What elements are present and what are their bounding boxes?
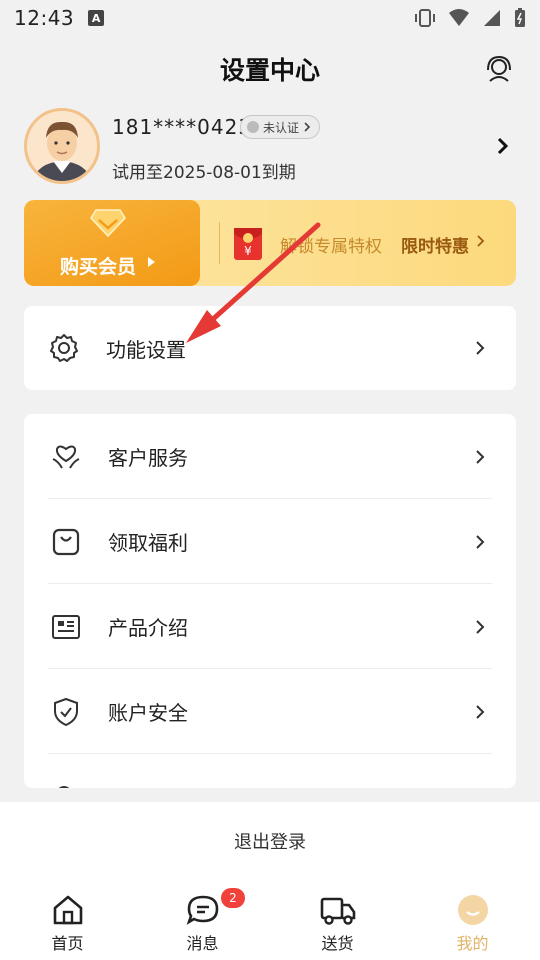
menu-card: 客户服务 领取福利 产品介绍 账户安全 (24, 414, 516, 788)
signal-icon (484, 10, 500, 26)
function-settings-card: 功能设置 (24, 306, 516, 390)
document-icon (52, 614, 80, 639)
truck-icon (320, 897, 355, 925)
menu-item-label: 账户安全 (108, 701, 188, 725)
avatar-illustration (27, 111, 97, 181)
unread-badge: 2 (221, 888, 245, 908)
gear-icon (50, 334, 78, 362)
menu-item-account-security[interactable]: 账户安全 (24, 669, 516, 754)
headset-icon (487, 55, 511, 82)
logout-button[interactable]: 退出登录 (234, 828, 306, 854)
phone-number: 181****0423 (112, 115, 253, 139)
chevron-right-icon (477, 235, 485, 247)
divider (219, 222, 220, 264)
menu-item-partial[interactable] (24, 754, 516, 788)
profile-icon (457, 895, 488, 925)
menu-item-claim-benefits[interactable]: 领取福利 (24, 499, 516, 584)
chevron-right-icon (304, 122, 311, 132)
unlock-privileges-text: 解锁专属特权 (280, 237, 382, 257)
caret-right-icon (148, 257, 155, 267)
chevron-right-icon (476, 704, 485, 719)
chevron-right-icon (476, 341, 485, 355)
avatar[interactable] (24, 108, 100, 184)
heart-hand-icon (52, 445, 80, 469)
verify-label: 未认证 (263, 120, 300, 135)
limited-offer-link[interactable]: 限时特惠 (401, 232, 469, 257)
logout-section: 退出登录 (0, 802, 540, 880)
nav-mine[interactable]: 我的 (405, 880, 540, 960)
keyboard-indicator-icon: A (88, 10, 105, 26)
member-banner[interactable]: 购买会员 ¥ 解锁专属特权 限时特惠 (24, 200, 516, 286)
wifi-icon (449, 9, 469, 26)
user-icon (247, 121, 259, 133)
chevron-right-icon (476, 619, 485, 634)
nav-label: 消息 (186, 934, 219, 953)
shield-icon (54, 697, 78, 726)
bag-icon (52, 528, 80, 555)
menu-item-label: 产品介绍 (108, 616, 188, 640)
partial-icon (58, 786, 70, 788)
menu-item-customer-service[interactable]: 客户服务 (24, 414, 516, 499)
vibrate-icon (415, 9, 435, 27)
page-title: 设置中心 (219, 56, 320, 85)
menu-item-label: 领取福利 (108, 531, 188, 555)
home-icon (53, 895, 82, 925)
nav-messages[interactable]: 2 消息 (135, 880, 270, 960)
message-icon (186, 895, 218, 925)
nav-home[interactable]: 首页 (0, 880, 135, 960)
chevron-right-icon (476, 449, 485, 464)
chevron-right-icon (476, 534, 485, 549)
profile-section[interactable]: 181****0423 未认证 试用至2025-08-01到期 (22, 106, 522, 188)
nav-label: 首页 (51, 934, 84, 953)
svg-text:¥: ¥ (244, 244, 252, 258)
menu-item-label: 功能设置 (106, 337, 186, 362)
status-icons (414, 8, 526, 28)
menu-item-product-intro[interactable]: 产品介绍 (24, 584, 516, 669)
battery-icon (515, 8, 525, 27)
verify-badge[interactable]: 未认证 (240, 115, 321, 139)
menu-item-label: 客户服务 (108, 446, 188, 470)
nav-label: 我的 (456, 934, 489, 953)
status-bar: 12:43 A (0, 0, 540, 36)
red-envelope-icon: ¥ (234, 228, 262, 260)
chevron-right-icon (497, 137, 509, 155)
nav-label: 送货 (321, 934, 354, 953)
menu-item-function-settings[interactable]: 功能设置 (24, 306, 516, 390)
customer-service-button[interactable] (484, 54, 514, 84)
buy-member-label: 购买会员 (60, 256, 137, 278)
bottom-nav: 首页 2 消息 送货 我的 (0, 880, 540, 960)
status-time: 12:43 (14, 6, 75, 30)
buy-member-button[interactable]: 购买会员 (24, 200, 200, 286)
diamond-icon (90, 209, 126, 238)
nav-delivery[interactable]: 送货 (270, 880, 405, 960)
header: 设置中心 (0, 36, 540, 102)
trial-expire-text: 试用至2025-08-01到期 (112, 163, 296, 183)
